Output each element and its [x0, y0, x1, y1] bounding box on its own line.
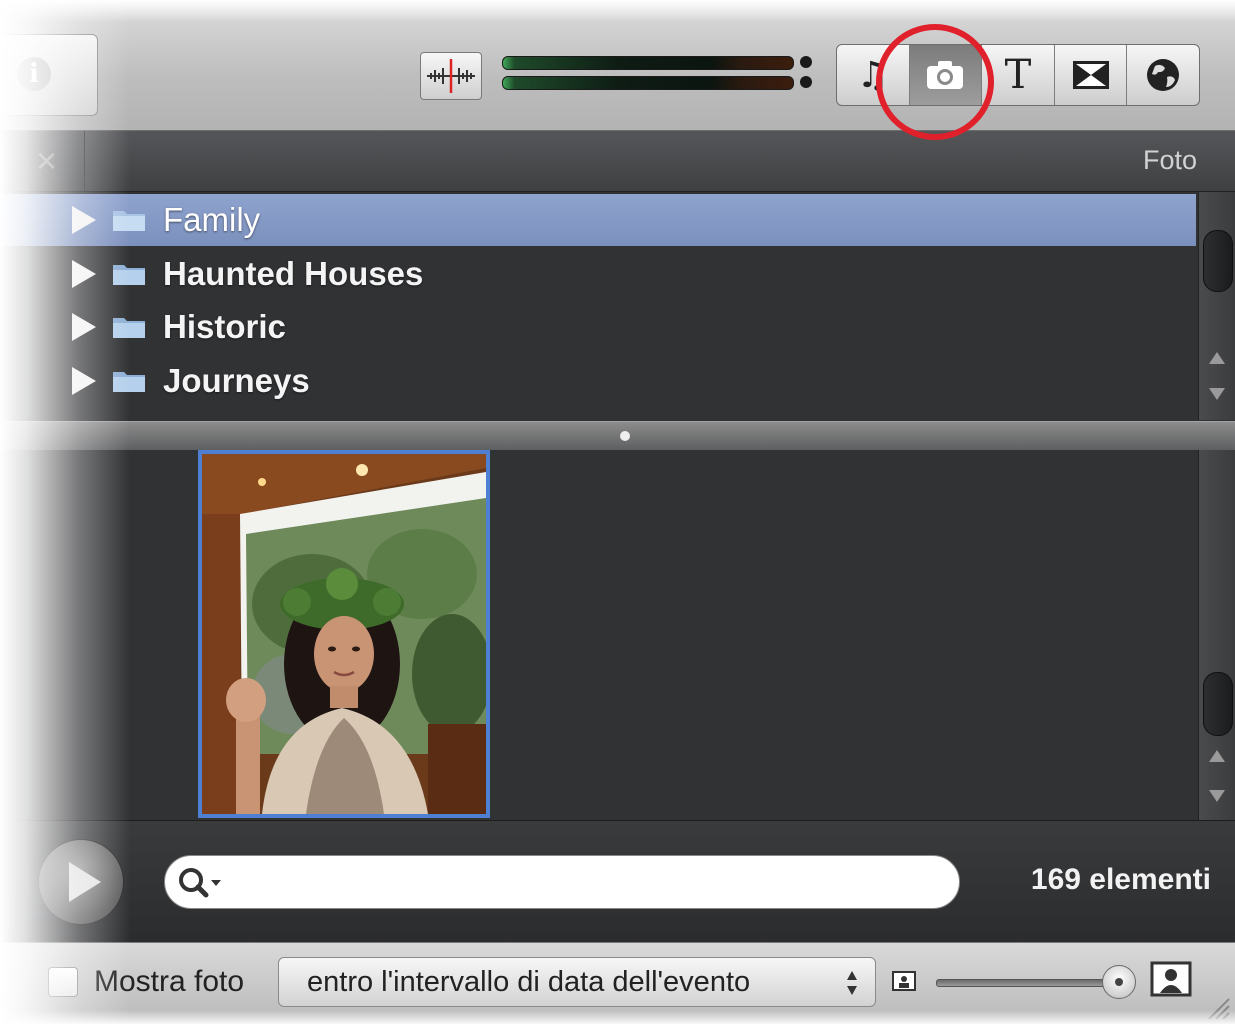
list-item-historic[interactable]: Historic	[0, 301, 1196, 353]
transition-icon	[1072, 61, 1109, 89]
browser-title: Foto	[1142, 145, 1197, 175]
meter-right-channel	[502, 76, 794, 90]
folder-list: Family Haunted Houses Historic Journeys	[0, 192, 1198, 420]
meter-peak-dot	[800, 56, 812, 68]
disclosure-triangle-icon[interactable]	[72, 206, 96, 234]
folder-label: Haunted Houses	[163, 255, 424, 292]
audio-level-meter	[502, 56, 812, 92]
photo-image	[202, 454, 486, 814]
folder-label: Historic	[163, 308, 286, 345]
search-icon[interactable]	[177, 866, 225, 900]
folder-list-scrollbar[interactable]	[1198, 192, 1235, 420]
item-count: 169 elementi	[1030, 863, 1211, 896]
header-divider	[84, 131, 85, 191]
meter-peak-dot	[800, 76, 812, 88]
title-t-icon: T	[1004, 52, 1032, 98]
scroll-up-arrow-icon[interactable]	[1209, 750, 1225, 762]
browser-header: × Foto	[0, 131, 1235, 192]
play-icon	[69, 862, 101, 902]
play-button[interactable]	[38, 839, 124, 925]
slider-knob[interactable]	[1102, 965, 1136, 999]
folder-label: Journeys	[163, 362, 310, 399]
scrollbar-thumb[interactable]	[1203, 672, 1233, 736]
folder-icon	[113, 265, 145, 285]
disclosure-triangle-icon[interactable]	[72, 367, 96, 395]
transitions-browser-button[interactable]	[1055, 45, 1128, 105]
disclosure-triangle-icon[interactable]	[72, 313, 96, 341]
globe-icon	[1147, 59, 1180, 91]
bottom-bar: Mostra foto entro l'intervallo di data d…	[0, 942, 1235, 1024]
photo-grid	[0, 450, 1198, 820]
scrollbar-thumb[interactable]	[1203, 230, 1233, 292]
photo-browser-window: i ♫ T × Foto Family Haunted Houses Histo…	[0, 0, 1235, 1024]
list-item-journeys[interactable]: Journeys	[0, 355, 1196, 407]
highlight-circle	[876, 24, 994, 140]
scroll-down-arrow-icon[interactable]	[1209, 790, 1225, 802]
photo-grid-scrollbar[interactable]	[1198, 450, 1235, 820]
close-icon[interactable]: ×	[36, 143, 57, 179]
small-thumbnail-icon[interactable]	[892, 971, 916, 991]
list-item-haunted-houses[interactable]: Haunted Houses	[0, 248, 1196, 300]
search-bar: 169 elementi	[0, 820, 1235, 943]
info-button[interactable]: i	[0, 34, 98, 116]
large-thumbnail-icon[interactable]	[1150, 961, 1192, 997]
date-range-popup[interactable]: entro l'intervallo di data dell'evento	[278, 957, 876, 1007]
scroll-up-arrow-icon[interactable]	[1209, 352, 1225, 364]
toolbar: i ♫ T	[0, 0, 1235, 140]
scroll-down-arrow-icon[interactable]	[1209, 388, 1225, 400]
thumbnail-size-slider[interactable]	[936, 979, 1122, 987]
list-item-family[interactable]: Family	[0, 194, 1196, 246]
folder-icon	[113, 372, 145, 392]
folder-label: Family	[163, 201, 261, 238]
date-range-selected-value: entro l'intervallo di data dell'evento	[307, 966, 751, 998]
audio-waveform-icon	[427, 59, 475, 93]
splitter-handle[interactable]	[620, 431, 630, 441]
show-photos-checkbox[interactable]	[48, 967, 78, 997]
show-photos-label[interactable]: Mostra foto	[94, 965, 244, 999]
search-field[interactable]	[164, 855, 960, 909]
resize-grip-icon[interactable]	[1203, 993, 1231, 1021]
popup-arrows-icon	[847, 971, 857, 995]
maps-browser-button[interactable]	[1127, 45, 1199, 105]
search-input[interactable]	[229, 864, 933, 902]
disclosure-triangle-icon[interactable]	[72, 260, 96, 288]
info-icon: i	[17, 57, 51, 91]
folder-icon	[113, 211, 145, 231]
photo-thumbnail[interactable]	[198, 450, 490, 818]
audio-adjust-button[interactable]	[420, 52, 482, 100]
meter-left-channel	[502, 56, 794, 70]
folder-icon	[113, 318, 145, 338]
pane-splitter[interactable]	[0, 421, 1235, 451]
